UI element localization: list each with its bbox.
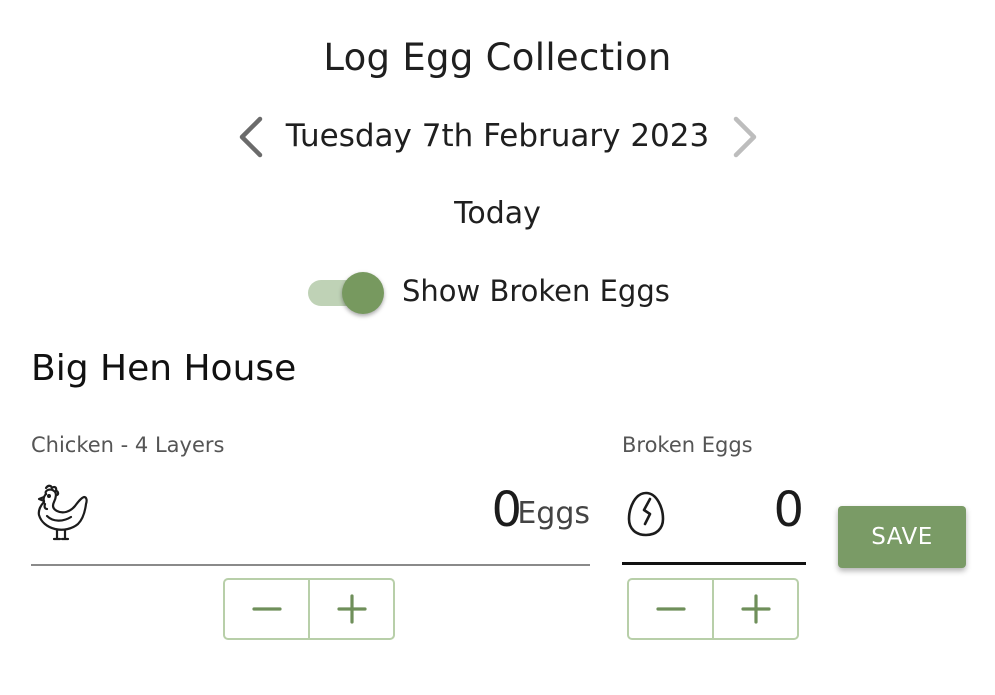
minus-icon	[251, 607, 282, 611]
selected-date: Tuesday 7th February 2023	[285, 118, 710, 154]
broken-eggs-label: Broken Eggs	[622, 433, 753, 457]
broken-eggs-field[interactable]: 0	[622, 478, 806, 565]
egg-increment-button[interactable]	[308, 580, 393, 638]
egg-count-label: Chicken - 4 Layers	[31, 433, 225, 457]
toggle-knob[interactable]	[342, 272, 384, 314]
egg-count-stepper	[223, 578, 395, 640]
date-navigator: Tuesday 7th February 2023	[0, 112, 995, 162]
minus-icon	[655, 607, 686, 611]
plus-icon	[336, 594, 367, 624]
page-title: Log Egg Collection	[323, 36, 672, 79]
egg-unit-label: Eggs	[517, 496, 590, 531]
chevron-right-icon	[733, 116, 757, 158]
plus-icon	[740, 594, 771, 624]
broken-decrement-button[interactable]	[629, 580, 712, 638]
broken-eggs-stepper	[627, 578, 799, 640]
broken-increment-button[interactable]	[712, 580, 797, 638]
chicken-icon	[37, 484, 88, 541]
hen-house-title: Big Hen House	[31, 348, 297, 389]
broken-egg-icon	[627, 491, 665, 537]
toggle-label: Show Broken Eggs	[402, 274, 670, 308]
relative-day-label: Today	[454, 196, 541, 231]
save-button[interactable]: SAVE	[838, 506, 966, 568]
egg-decrement-button[interactable]	[225, 580, 308, 638]
next-day-button[interactable]	[724, 112, 764, 162]
broken-eggs-value: 0	[773, 482, 804, 538]
egg-count-field[interactable]: 0 Eggs	[31, 478, 590, 566]
